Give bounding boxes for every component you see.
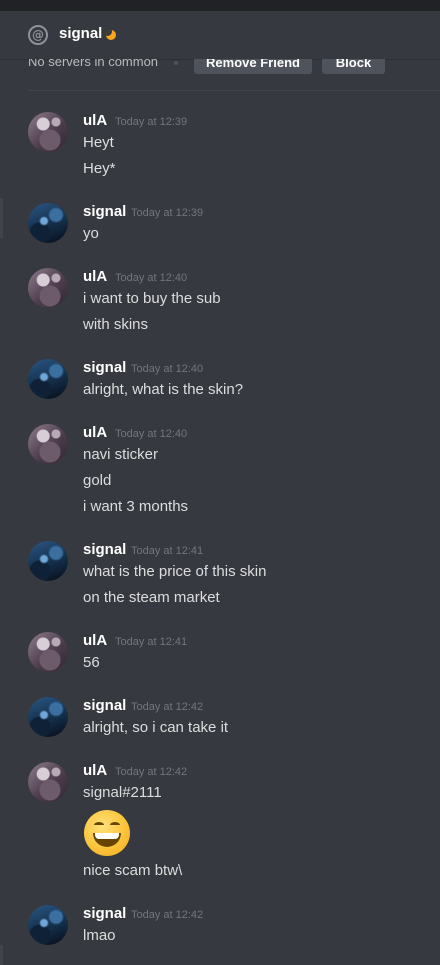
username[interactable]: ulA — [83, 268, 107, 285]
message-text: Hey* — [83, 160, 116, 177]
profile-actions-row: No servers in common Remove Friend Block — [0, 59, 440, 75]
username[interactable]: signal — [83, 905, 126, 922]
moon-icon — [106, 30, 116, 40]
timestamp: Today at 12:39 — [115, 116, 188, 128]
timestamp: Today at 12:41 — [115, 636, 188, 648]
message-text: gold — [83, 472, 112, 489]
avatar[interactable] — [28, 359, 68, 399]
timestamp: Today at 12:39 — [131, 207, 204, 219]
scroll-edge — [0, 198, 3, 238]
username[interactable]: ulA — [83, 632, 107, 649]
avatar[interactable] — [28, 905, 68, 945]
username[interactable]: signal — [83, 359, 126, 376]
message-text: nice scam btw\ — [83, 862, 183, 879]
emoji-eye — [110, 822, 120, 828]
username[interactable]: signal — [83, 541, 126, 558]
window-top-strip — [0, 0, 440, 11]
timestamp: Today at 12:41 — [131, 545, 204, 557]
scroll-edge — [0, 945, 3, 965]
timestamp: Today at 12:40 — [115, 272, 188, 284]
mutual-servers-text: No servers in common — [28, 59, 159, 69]
avatar[interactable] — [28, 762, 68, 802]
remove-friend-button[interactable]: Remove Friend — [194, 59, 312, 74]
message-text: alright, what is the skin? — [83, 381, 244, 398]
username[interactable]: ulA — [83, 112, 107, 129]
message-text: i want 3 months — [83, 498, 189, 515]
username[interactable]: ulA — [83, 424, 107, 441]
avatar[interactable] — [28, 541, 68, 581]
timestamp: Today at 12:40 — [115, 428, 188, 440]
avatar[interactable] — [28, 424, 68, 464]
timestamp: Today at 12:42 — [131, 909, 204, 921]
message-text: navi sticker — [83, 446, 159, 463]
message-text: 56 — [83, 654, 100, 671]
avatar[interactable] — [28, 632, 68, 672]
timestamp: Today at 12:40 — [131, 363, 204, 375]
message-text: with skins — [83, 316, 149, 333]
channel-header: @ signal — [0, 11, 440, 59]
block-button[interactable]: Block — [322, 59, 385, 74]
username[interactable]: signal — [83, 697, 126, 714]
grinning-face-emoji — [84, 810, 130, 856]
message-text: what is the price of this skin — [83, 563, 267, 580]
timestamp: Today at 12:42 — [115, 766, 188, 778]
message-text: i want to buy the sub — [83, 290, 221, 307]
avatar[interactable] — [28, 697, 68, 737]
username[interactable]: ulA — [83, 762, 107, 779]
avatar[interactable] — [28, 203, 68, 243]
timestamp: Today at 12:42 — [131, 701, 204, 713]
emoji-eye — [94, 822, 104, 828]
username[interactable]: signal — [83, 203, 126, 220]
separator-dot — [174, 61, 178, 65]
message-text: signal#2111 — [83, 784, 162, 801]
divider — [28, 90, 440, 91]
message-text: lmao — [83, 927, 116, 944]
message-text: yo — [83, 225, 99, 242]
avatar[interactable] — [28, 112, 68, 152]
at-icon: @ — [28, 25, 48, 45]
message-text: on the steam market — [83, 589, 220, 606]
avatar[interactable] — [28, 268, 68, 308]
message-text: alright, so i can take it — [83, 719, 229, 736]
message-text: Heyt — [83, 134, 114, 151]
channel-name: signal — [59, 25, 103, 42]
emoji-mouth — [93, 833, 121, 847]
